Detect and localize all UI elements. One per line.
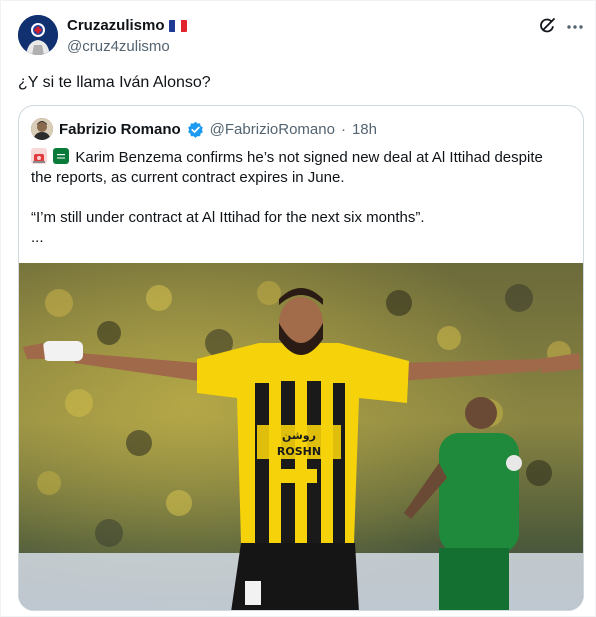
tweet-card[interactable]: Cruzazulismo @cruz4zulismo ¿Y si te llam… xyxy=(0,0,596,617)
football-player-photo: روشن ROSHN xyxy=(19,263,583,610)
separator-dot: · xyxy=(340,120,346,138)
quoted-author-name: Fabrizio Romano xyxy=(59,120,181,138)
quoted-author-handle: @FabrizioRomano xyxy=(209,120,335,138)
author-avatar[interactable] xyxy=(18,15,58,55)
more-icon[interactable] xyxy=(565,17,585,37)
svg-text:روشن: روشن xyxy=(282,429,316,442)
quoted-text-line-4: ... xyxy=(31,229,44,246)
author-name[interactable]: Cruzazulismo xyxy=(67,17,165,34)
svg-text:ROSHN: ROSHN xyxy=(277,445,321,458)
tweet-text: ¿Y si te llama Iván Alonso? xyxy=(18,74,211,91)
saudi-arabia-flag-icon xyxy=(53,148,70,164)
quoted-tweet-text: Karim Benzema confirms he’s not signed n… xyxy=(31,148,571,248)
grok-icon[interactable] xyxy=(537,16,557,36)
siren-emoji-icon xyxy=(31,148,47,164)
quoted-author-avatar xyxy=(31,118,53,140)
author-handle[interactable]: @cruz4zulismo xyxy=(67,38,170,55)
quoted-tweet-header: Fabrizio Romano @FabrizioRomano · 18h xyxy=(31,118,377,140)
france-flag-icon xyxy=(168,19,187,32)
quoted-media-image[interactable]: روشن ROSHN xyxy=(19,263,583,610)
quoted-text-line-2: the reports, as current contract expires… xyxy=(31,169,345,186)
verified-badge-icon xyxy=(187,121,203,138)
quoted-timestamp: 18h xyxy=(351,120,377,138)
quoted-text-line-1: Karim Benzema confirms he’s not signed n… xyxy=(75,149,543,166)
quoted-tweet[interactable]: Fabrizio Romano @FabrizioRomano · 18h Ka… xyxy=(18,105,584,611)
author-name-row[interactable]: Cruzazulismo xyxy=(67,17,187,34)
quoted-text-line-3: “I’m still under contract at Al Ittihad … xyxy=(31,209,425,226)
